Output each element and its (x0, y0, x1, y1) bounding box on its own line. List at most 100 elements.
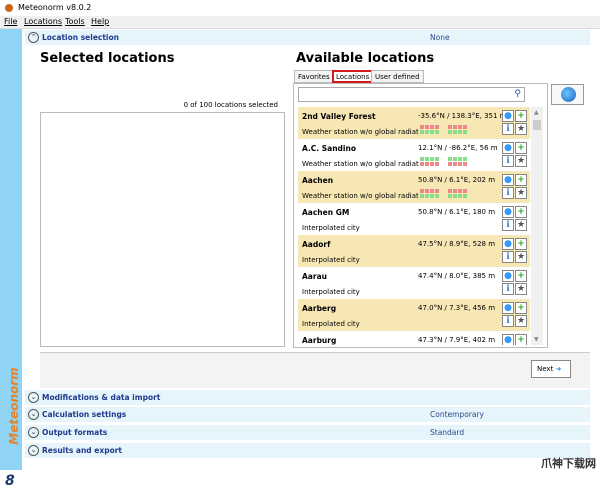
section-output-formats[interactable]: ⌄ Output formats Standard (25, 425, 590, 440)
add-icon[interactable]: + (515, 270, 527, 282)
section-label: Output formats (42, 428, 108, 437)
add-icon[interactable]: + (515, 110, 527, 122)
section-calculation-settings[interactable]: ⌄ Calculation settings Contemporary (25, 407, 590, 422)
available-locations-heading: Available locations (296, 51, 435, 66)
location-type: Interpolated city (302, 256, 360, 264)
location-name: A.C. Sandino (302, 144, 356, 153)
brand-logo: Meteonorm (7, 367, 21, 445)
map-dot-icon[interactable]: ● (502, 238, 514, 250)
chevron-up-icon: ⌃ (28, 32, 39, 43)
map-dot-icon[interactable]: ● (502, 302, 514, 314)
location-coords: 12.1°N / -86.2°E, 56 m (418, 144, 498, 152)
section-label: Results and export (42, 446, 123, 455)
data-quality-indicator (420, 157, 470, 167)
data-quality-indicator (420, 189, 470, 199)
location-row[interactable]: Aarau 47.4°N / 8.0°E, 385 m Interpolated… (298, 267, 530, 299)
section-value: Standard (430, 428, 465, 437)
sidebar: Meteonorm 8 (0, 29, 22, 489)
map-dot-icon[interactable]: ● (502, 110, 514, 122)
menu-help[interactable]: Help (91, 17, 109, 26)
location-type: Interpolated city (302, 224, 360, 232)
globe-icon (561, 87, 576, 102)
star-icon[interactable]: ★ (515, 283, 527, 295)
menu-tools[interactable]: Tools (65, 17, 85, 26)
section-results-export[interactable]: ⌄ Results and export (25, 443, 590, 458)
list-scrollbar[interactable]: ▲ ▼ (531, 107, 543, 345)
tab-user-defined[interactable]: User defined (371, 70, 424, 83)
location-type: Interpolated city (302, 288, 360, 296)
location-type: Interpolated city (302, 320, 360, 328)
location-row[interactable]: Aachen 50.8°N / 6.1°E, 202 m Weather sta… (298, 171, 530, 203)
menu-locations[interactable]: Locations (24, 17, 62, 26)
info-icon[interactable]: ℹ (502, 315, 514, 327)
selected-locations-list[interactable] (40, 112, 285, 347)
star-icon[interactable]: ★ (515, 123, 527, 135)
info-icon[interactable]: ℹ (502, 123, 514, 135)
map-button[interactable] (551, 84, 584, 105)
chevron-down-icon: ⌄ (28, 445, 39, 456)
location-name: Aachen (302, 176, 334, 185)
next-button[interactable]: Next ➜ (531, 360, 571, 378)
location-row[interactable]: Aadorf 47.5°N / 8.9°E, 528 m Interpolate… (298, 235, 530, 267)
add-icon[interactable]: + (515, 206, 527, 218)
data-quality-indicator (420, 125, 470, 135)
info-icon[interactable]: ℹ (502, 251, 514, 263)
section-footer (40, 352, 590, 388)
watermark: 爪神下载网 (541, 457, 596, 470)
title-bar: Meteonorm v8.0.2 (0, 0, 600, 16)
search-input[interactable]: ⚲ (298, 87, 525, 102)
tab-favorites[interactable]: Favorites (294, 70, 334, 83)
section-value: None (430, 33, 450, 42)
chevron-down-icon: ⌄ (28, 409, 39, 420)
section-label: Location selection (42, 33, 119, 42)
location-coords: 47.3°N / 7.9°E, 402 m (418, 336, 496, 344)
location-name: Aarburg (302, 336, 337, 345)
map-dot-icon[interactable]: ● (502, 206, 514, 218)
location-row[interactable]: 2nd Valley Forest -35.6°N / 138.3°E, 351… (298, 107, 530, 139)
add-icon[interactable]: + (515, 302, 527, 314)
location-row[interactable]: A.C. Sandino 12.1°N / -86.2°E, 56 m Weat… (298, 139, 530, 171)
chevron-down-icon: ⌄ (28, 392, 39, 403)
location-row[interactable]: Aarberg 47.0°N / 7.3°E, 456 m Interpolat… (298, 299, 530, 331)
locations-list: 2nd Valley Forest -35.6°N / 138.3°E, 351… (298, 107, 530, 345)
menu-file[interactable]: File (4, 17, 17, 26)
selected-locations-heading: Selected locations (40, 51, 175, 66)
info-icon[interactable]: ℹ (502, 283, 514, 295)
add-icon[interactable]: + (515, 334, 527, 345)
tab-locations[interactable]: Locations (332, 70, 374, 83)
star-icon[interactable]: ★ (515, 315, 527, 327)
section-modifications[interactable]: ⌄ Modifications & data import (25, 390, 590, 405)
section-location-selection[interactable]: ⌃ Location selection None (25, 30, 590, 45)
star-icon[interactable]: ★ (515, 187, 527, 199)
map-dot-icon[interactable]: ● (502, 142, 514, 154)
location-coords: 50.8°N / 6.1°E, 180 m (418, 208, 496, 216)
search-icon[interactable]: ⚲ (514, 89, 521, 99)
map-dot-icon[interactable]: ● (502, 174, 514, 186)
add-icon[interactable]: + (515, 142, 527, 154)
map-dot-icon[interactable]: ● (502, 334, 514, 345)
location-name: 2nd Valley Forest (302, 112, 376, 121)
location-name: Aarberg (302, 304, 337, 313)
info-icon[interactable]: ℹ (502, 155, 514, 167)
location-name: Aadorf (302, 240, 331, 249)
info-icon[interactable]: ℹ (502, 187, 514, 199)
location-coords: 47.4°N / 8.0°E, 385 m (418, 272, 496, 280)
section-label: Calculation settings (42, 410, 127, 419)
location-name: Aachen GM (302, 208, 350, 217)
star-icon[interactable]: ★ (515, 251, 527, 263)
star-icon[interactable]: ★ (515, 219, 527, 231)
location-type: Weather station w/o global radiat (302, 160, 419, 168)
location-row[interactable]: Aarburg 47.3°N / 7.9°E, 402 m ●+ℹ★ (298, 331, 530, 345)
add-icon[interactable]: + (515, 174, 527, 186)
section-value: Contemporary (430, 410, 484, 419)
chevron-down-icon: ⌄ (28, 427, 39, 438)
selected-count: 0 of 100 locations selected (183, 101, 278, 109)
location-row[interactable]: Aachen GM 50.8°N / 6.1°E, 180 m Interpol… (298, 203, 530, 235)
star-icon[interactable]: ★ (515, 155, 527, 167)
location-type: Weather station w/o global radiat (302, 128, 419, 136)
map-dot-icon[interactable]: ● (502, 270, 514, 282)
location-coords: 47.0°N / 7.3°E, 456 m (418, 304, 496, 312)
location-coords: -35.6°N / 138.3°E, 351 m (418, 112, 507, 120)
add-icon[interactable]: + (515, 238, 527, 250)
info-icon[interactable]: ℹ (502, 219, 514, 231)
